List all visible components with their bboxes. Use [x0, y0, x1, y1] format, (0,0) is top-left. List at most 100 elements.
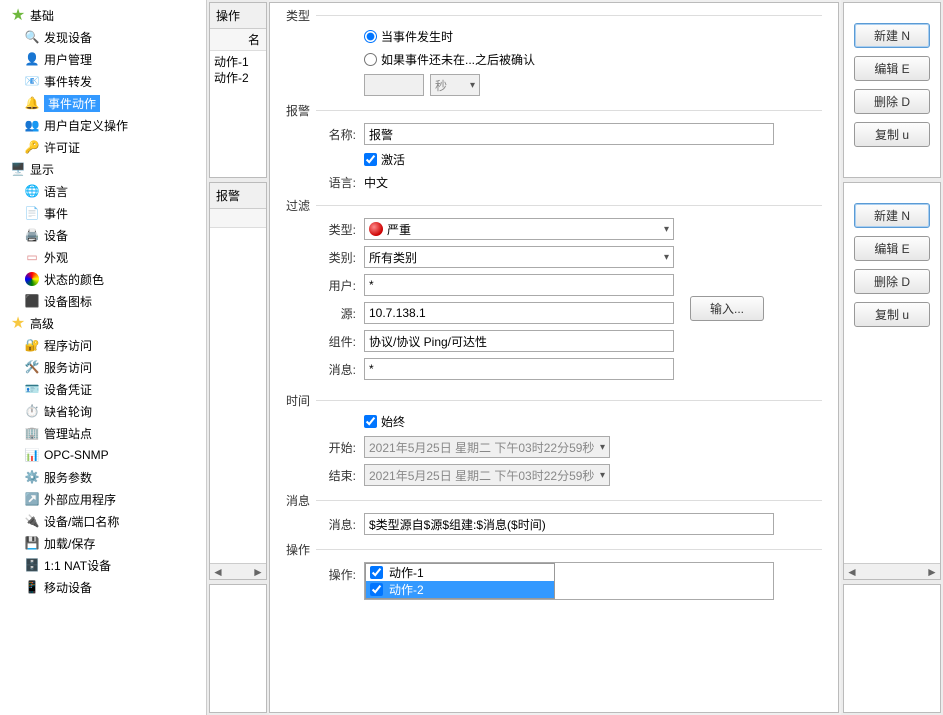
tree-item-credentials[interactable]: 🪪 设备凭证: [0, 378, 206, 400]
action-item-label: 动作-1: [389, 564, 424, 581]
action-checkbox[interactable]: [370, 583, 383, 596]
action-checkbox[interactable]: [370, 566, 383, 579]
middle-lists: 操作 名 动作-1 动作-2 报警 ◄ ►: [207, 0, 269, 715]
input-button[interactable]: 输入...: [690, 296, 764, 321]
appearance-icon: ▭: [24, 249, 40, 265]
scrollbar[interactable]: ◄ ►: [210, 563, 266, 579]
message-input[interactable]: [364, 513, 774, 535]
action-label: 操作:: [306, 562, 356, 583]
tree-item-event-action[interactable]: 🔔 事件动作: [0, 92, 206, 114]
tree-label: 缺省轮询: [44, 403, 92, 420]
tree-item-port-names[interactable]: 🔌 设备/端口名称: [0, 510, 206, 532]
tree-label: 服务访问: [44, 359, 92, 376]
site-icon: 🏢: [24, 425, 40, 441]
tree-item-load-save[interactable]: 💾 加载/保存: [0, 532, 206, 554]
tree-item-mobile[interactable]: 📱 移动设备: [0, 576, 206, 598]
user-label: 用户:: [306, 277, 356, 294]
activate-check[interactable]: 激活: [364, 151, 405, 168]
tree-item-default-poll[interactable]: ⏱️ 缺省轮询: [0, 400, 206, 422]
chevron-down-icon: ▾: [664, 224, 669, 235]
name-input[interactable]: [364, 123, 774, 145]
tree-item-external-apps[interactable]: ↗️ 外部应用程序: [0, 488, 206, 510]
tree-item-users[interactable]: 👤 用户管理: [0, 48, 206, 70]
tree-label: 管理站点: [44, 425, 92, 442]
scroll-left-icon[interactable]: ◄: [210, 565, 226, 579]
tree-label: 事件动作: [44, 95, 100, 112]
scrollbar[interactable]: ◄ ►: [844, 563, 940, 579]
tree-item-nat[interactable]: 🗄️ 1:1 NAT设备: [0, 554, 206, 576]
comp-label: 组件:: [306, 333, 356, 350]
tree-item-status-colors[interactable]: 状态的颜色: [0, 268, 206, 290]
category-select[interactable]: 所有类别 ▾: [364, 246, 674, 268]
radio-not-confirmed[interactable]: 如果事件还未在...之后被确认: [364, 51, 535, 68]
tree-label: 事件转发: [44, 73, 92, 90]
activate-checkbox[interactable]: [364, 153, 377, 166]
tree-item-discover[interactable]: 🔍 发现设备: [0, 26, 206, 48]
tree-item-service-params[interactable]: ⚙️ 服务参数: [0, 466, 206, 488]
tree-item-custom-op[interactable]: 👥 用户自定义操作: [0, 114, 206, 136]
src-label: 源:: [306, 305, 356, 322]
tree-label: 外部应用程序: [44, 491, 116, 508]
mobile-icon: 📱: [24, 579, 40, 595]
tree-item-language[interactable]: 🌐 语言: [0, 180, 206, 202]
radio-input[interactable]: [364, 53, 377, 66]
tree-item-opc-snmp[interactable]: 📊 OPC-SNMP: [0, 444, 206, 466]
edit-button[interactable]: 编辑 E: [854, 56, 930, 81]
always-check[interactable]: 始终: [364, 413, 405, 430]
operations-panel: 操作 名 动作-1 动作-2: [209, 2, 267, 178]
tree-item-device[interactable]: 🖨️ 设备: [0, 224, 206, 246]
tree-item-event-forward[interactable]: 📧 事件转发: [0, 70, 206, 92]
delete-button[interactable]: 删除 D: [854, 89, 930, 114]
unit-select: 秒 ▾: [430, 74, 480, 96]
tree-item-appearance[interactable]: ▭ 外观: [0, 246, 206, 268]
component-input[interactable]: [364, 330, 674, 352]
time-section-title: 时间: [286, 392, 822, 409]
tree-item-license[interactable]: 🔑 许可证: [0, 136, 206, 158]
list-item[interactable]: 动作-2: [214, 70, 262, 86]
edit-button[interactable]: 编辑 E: [854, 236, 930, 261]
list-item[interactable]: 动作-1: [214, 54, 262, 70]
type-label: 类型:: [306, 221, 356, 238]
tree-group-display[interactable]: 🖥️ 显示: [0, 158, 206, 180]
message-filter-input[interactable]: [364, 358, 674, 380]
action-row[interactable]: 动作-2: [366, 581, 554, 598]
activate-label: 激活: [381, 151, 405, 168]
alarms-column[interactable]: [210, 209, 266, 228]
copy-button[interactable]: 复制 u: [854, 122, 930, 147]
new-button[interactable]: 新建 N: [854, 203, 930, 228]
delete-button[interactable]: 删除 D: [854, 269, 930, 294]
tree-label: 加载/保存: [44, 535, 95, 552]
type-select[interactable]: 严重 ▾: [364, 218, 674, 240]
tree-label: OPC-SNMP: [44, 448, 109, 462]
alarms-panel: 报警 ◄ ►: [209, 182, 267, 580]
action-list[interactable]: 动作-1 动作-2: [364, 562, 774, 600]
radio-input[interactable]: [364, 30, 377, 43]
forward-icon: 📧: [24, 73, 40, 89]
tree-item-program-access[interactable]: 🔐 程序访问: [0, 334, 206, 356]
event-action-form: 类型 当事件发生时 如果事件还未在...之后被确认 秒 ▾ 报警: [269, 2, 839, 713]
tree-item-event[interactable]: 📄 事件: [0, 202, 206, 224]
tree-label: 基础: [30, 7, 54, 24]
snmp-icon: 📊: [24, 447, 40, 463]
user-input[interactable]: [364, 274, 674, 296]
tree-group-advanced[interactable]: ★ 高级: [0, 312, 206, 334]
scroll-left-icon[interactable]: ◄: [844, 565, 860, 579]
tree-item-service-access[interactable]: 🛠️ 服务访问: [0, 356, 206, 378]
alarms-list[interactable]: [210, 228, 266, 563]
always-checkbox[interactable]: [364, 415, 377, 428]
copy-button[interactable]: 复制 u: [854, 302, 930, 327]
end-label: 结束:: [306, 467, 356, 484]
scroll-right-icon[interactable]: ►: [924, 565, 940, 579]
source-input[interactable]: [364, 302, 674, 324]
scroll-right-icon[interactable]: ►: [250, 565, 266, 579]
action-row[interactable]: 动作-1: [366, 564, 554, 581]
tree-label: 发现设备: [44, 29, 92, 46]
tree-group-basic[interactable]: ★ 基础: [0, 4, 206, 26]
radio-when-event[interactable]: 当事件发生时: [364, 28, 453, 45]
tree-item-device-icons[interactable]: ⬛ 设备图标: [0, 290, 206, 312]
operations-column[interactable]: 名: [210, 29, 266, 51]
operations-list[interactable]: 动作-1 动作-2: [210, 51, 266, 177]
cat-value: 所有类别: [369, 249, 417, 266]
new-button[interactable]: 新建 N: [854, 23, 930, 48]
tree-item-site[interactable]: 🏢 管理站点: [0, 422, 206, 444]
